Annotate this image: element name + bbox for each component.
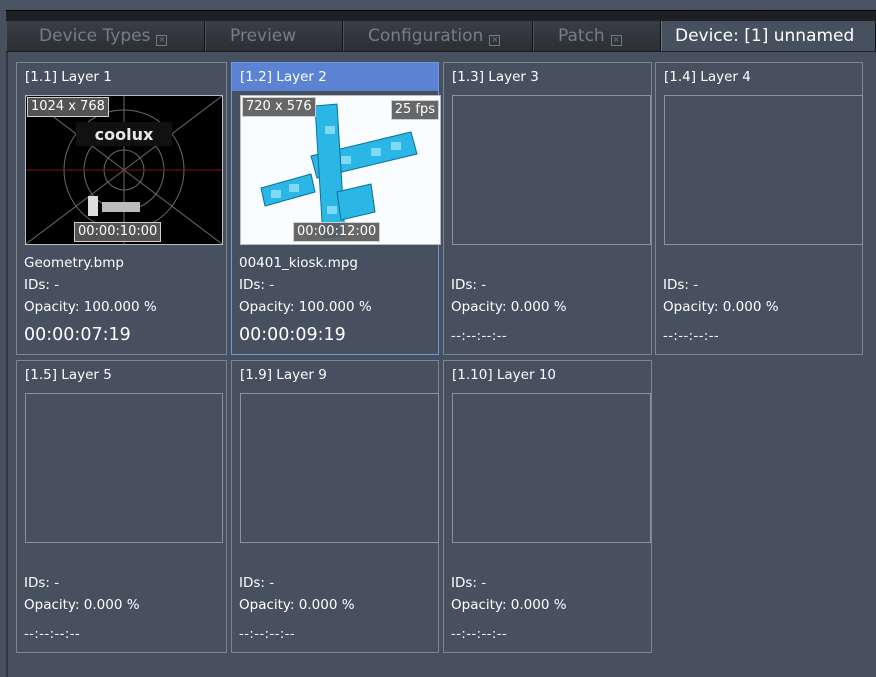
opacity-label: Opacity: 100.000 %: [24, 299, 157, 315]
layer-title: [1.4] Layer 4: [664, 69, 751, 85]
tab-device-unnamed[interactable]: Device: [1] unnamed: [661, 21, 876, 51]
layer-title: [1.1] Layer 1: [25, 69, 112, 85]
tab-label: Patch: [558, 26, 605, 46]
layer-title: [1.3] Layer 3: [452, 69, 539, 85]
layer-grid: [1.1] Layer 1 coolux 1024 x 768 00:00:10…: [9, 58, 869, 668]
layer-card-9[interactable]: [1.9] Layer 9 IDs: - Opacity: 0.000 % --…: [231, 360, 439, 653]
ids-label: IDs: -: [24, 575, 60, 591]
time-label: --:--:--:--: [451, 627, 508, 642]
close-icon[interactable]: ×: [156, 35, 168, 46]
layer-card-2[interactable]: [1.2] Layer 2 720 x 576 25 fps 00:00:12:…: [231, 62, 441, 355]
layer-thumbnail: [452, 95, 651, 245]
duration-label: 00:00:10:00: [74, 222, 162, 242]
file-name: Geometry.bmp: [24, 255, 124, 271]
opacity-label: Opacity: 0.000 %: [451, 597, 567, 613]
layer-thumbnail: coolux 1024 x 768 00:00:10:00: [25, 95, 223, 245]
ids-label: IDs: -: [451, 277, 487, 293]
tab-configuration[interactable]: Configuration ×: [343, 21, 533, 51]
layer-card-5[interactable]: [1.5] Layer 5 IDs: - Opacity: 0.000 % --…: [16, 360, 227, 653]
layer-thumbnail: [664, 95, 863, 245]
ids-label: IDs: -: [451, 575, 487, 591]
layer-card-4[interactable]: [1.4] Layer 4 IDs: - Opacity: 0.000 % --…: [655, 62, 863, 355]
time-label: --:--:--:--: [24, 627, 81, 642]
time-label: --:--:--:--: [451, 329, 508, 344]
file-name: 00401_kiosk.mpg: [239, 255, 358, 271]
layer-thumbnail: 720 x 576 25 fps 00:00:12:00: [240, 95, 441, 245]
resolution-label: 1024 x 768: [27, 97, 109, 117]
close-icon[interactable]: ×: [489, 35, 501, 46]
tab-strip: Device Types × Preview Configuration × Pat…: [6, 21, 876, 51]
opacity-label: Opacity: 0.000 %: [24, 597, 140, 613]
tab-bar: Device Types × Preview Configuration × Pat…: [6, 10, 876, 52]
tab-label: Device: [1] unnamed: [675, 26, 855, 46]
tab-label: Device Types: [39, 26, 151, 46]
layer-card-3[interactable]: [1.3] Layer 3 IDs: - Opacity: 0.000 % --…: [443, 62, 652, 355]
time-label: 00:00:07:19: [24, 325, 131, 345]
close-icon[interactable]: ×: [610, 35, 622, 46]
fps-label: 25 fps: [390, 100, 439, 120]
layer-thumbnail: [452, 393, 651, 543]
tab-label: Preview: [230, 26, 297, 46]
layer-thumbnail: [240, 393, 439, 543]
layer-thumbnail: [25, 393, 223, 543]
coolux-logo: coolux: [95, 125, 154, 144]
resolution-label: 720 x 576: [242, 97, 316, 117]
tab-preview[interactable]: Preview: [205, 21, 343, 51]
opacity-label: Opacity: 0.000 %: [663, 299, 779, 315]
opacity-label: Opacity: 100.000 %: [239, 299, 372, 315]
tab-device-types[interactable]: Device Types ×: [6, 21, 205, 51]
layer-title: [1.10] Layer 10: [452, 367, 556, 383]
duration-label: 00:00:12:00: [293, 222, 381, 242]
panel-border: [6, 52, 8, 677]
ids-label: IDs: -: [24, 277, 60, 293]
window-top-edge: [0, 0, 876, 10]
time-label: 00:00:09:19: [239, 325, 346, 345]
opacity-label: Opacity: 0.000 %: [451, 299, 567, 315]
ids-label: IDs: -: [239, 277, 275, 293]
time-label: --:--:--:--: [663, 329, 720, 344]
tab-patch[interactable]: Patch ×: [533, 21, 661, 51]
layer-title: [1.5] Layer 5: [25, 367, 112, 383]
ids-label: IDs: -: [663, 277, 699, 293]
layer-title: [1.2] Layer 2: [232, 63, 438, 91]
ids-label: IDs: -: [239, 575, 275, 591]
opacity-label: Opacity: 0.000 %: [239, 597, 355, 613]
layer-title: [1.9] Layer 9: [240, 367, 327, 383]
time-label: --:--:--:--: [239, 627, 296, 642]
layer-card-10[interactable]: [1.10] Layer 10 IDs: - Opacity: 0.000 % …: [443, 360, 652, 653]
tab-label: Configuration: [368, 26, 484, 46]
layer-card-1[interactable]: [1.1] Layer 1 coolux 1024 x 768 00:00:10…: [16, 62, 227, 355]
